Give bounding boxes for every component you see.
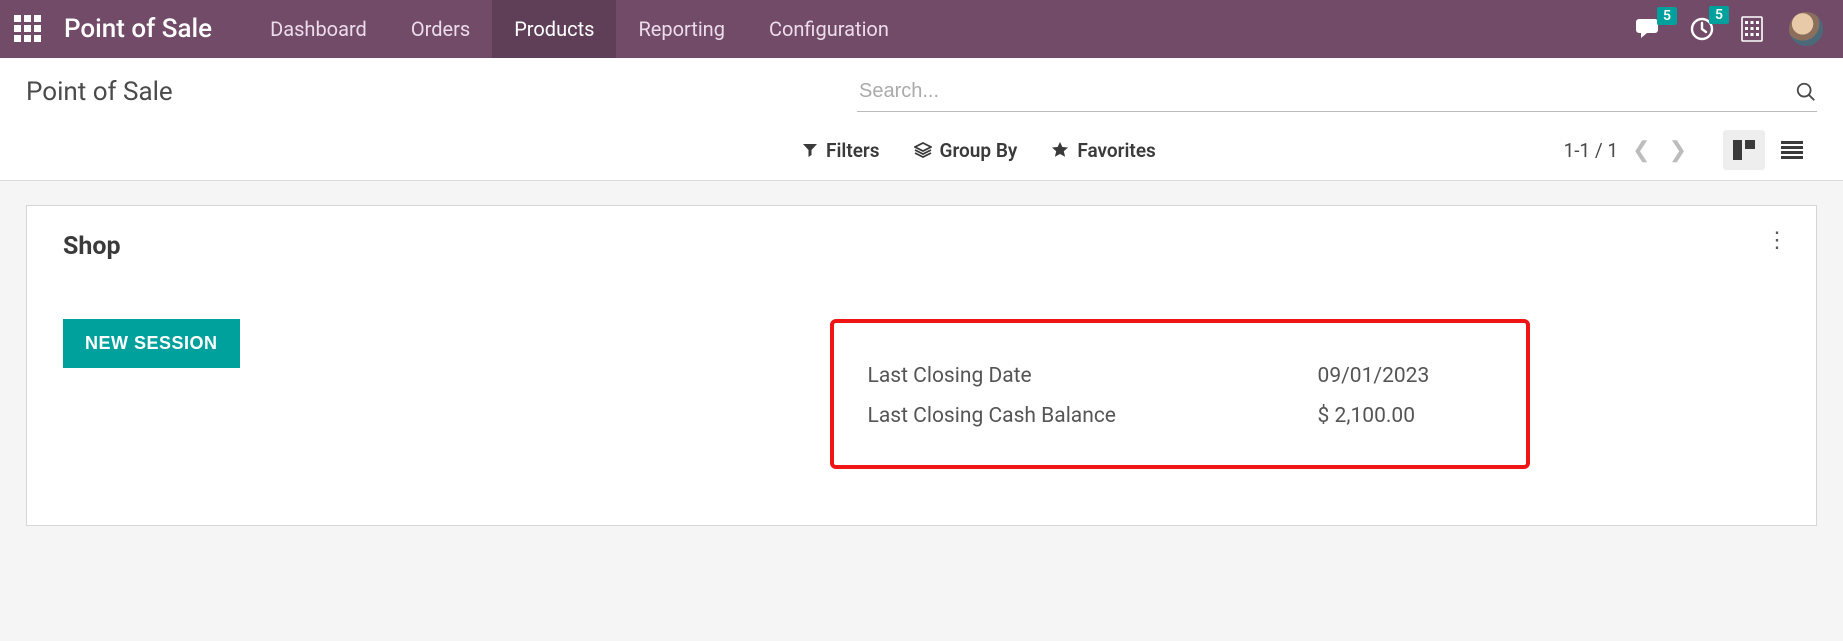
control-panel: Point of Sale Filters Group By Favorites <box>0 58 1843 181</box>
pos-kanban-card: ⋮ Shop NEW SESSION Last Closing Date 09/… <box>26 205 1817 526</box>
user-avatar[interactable] <box>1789 12 1823 46</box>
pager-prev[interactable]: ❮ <box>1628 138 1654 163</box>
search-icon[interactable] <box>1795 81 1817 103</box>
pager: 1-1 / 1 ❮ ❯ <box>1564 138 1691 163</box>
last-closing-date-value: 09/01/2023 <box>1318 357 1430 397</box>
kanban-view-button[interactable] <box>1723 130 1765 170</box>
closing-stats-highlight: Last Closing Date 09/01/2023 Last Closin… <box>830 319 1530 469</box>
messaging-icon[interactable]: 5 <box>1635 17 1663 41</box>
messaging-badge: 5 <box>1657 7 1677 25</box>
nav-configuration[interactable]: Configuration <box>747 0 911 58</box>
last-closing-balance-value: $ 2,100.00 <box>1318 397 1416 437</box>
content-area: ⋮ Shop NEW SESSION Last Closing Date 09/… <box>0 181 1843 550</box>
card-menu-button[interactable]: ⋮ <box>1766 228 1788 253</box>
nav-products[interactable]: Products <box>492 0 616 58</box>
last-closing-balance-row: Last Closing Cash Balance $ 2,100.00 <box>868 397 1498 437</box>
nav-reporting[interactable]: Reporting <box>616 0 747 58</box>
activities-badge: 5 <box>1709 6 1729 24</box>
list-view-button[interactable] <box>1771 130 1813 170</box>
favorites-button[interactable]: Favorites <box>1051 139 1155 162</box>
apps-launcher-icon[interactable] <box>14 15 42 43</box>
pager-value[interactable]: 1-1 / 1 <box>1564 139 1619 162</box>
filters-label: Filters <box>826 139 880 162</box>
top-navbar: Point of Sale Dashboard Orders Products … <box>0 0 1843 58</box>
funnel-icon <box>802 142 818 158</box>
view-switcher <box>1723 130 1813 170</box>
last-closing-date-label: Last Closing Date <box>868 357 1318 397</box>
nav-orders[interactable]: Orders <box>389 0 492 58</box>
search-options: Filters Group By Favorites <box>802 139 1156 162</box>
filters-button[interactable]: Filters <box>802 139 880 162</box>
nav-dashboard[interactable]: Dashboard <box>248 0 389 58</box>
grid-icon[interactable] <box>1741 16 1763 42</box>
breadcrumb: Point of Sale <box>26 77 173 107</box>
systray: 5 5 <box>1635 12 1829 46</box>
search-input[interactable] <box>857 76 1795 107</box>
card-title: Shop <box>63 232 1780 261</box>
pager-next[interactable]: ❯ <box>1665 138 1691 163</box>
search-box <box>857 72 1817 112</box>
kanban-icon <box>1733 140 1755 160</box>
layers-icon <box>914 142 932 158</box>
activities-icon[interactable]: 5 <box>1689 16 1715 42</box>
favorites-label: Favorites <box>1077 139 1155 162</box>
star-icon <box>1051 141 1069 159</box>
new-session-button[interactable]: NEW SESSION <box>63 319 240 368</box>
groupby-label: Group By <box>940 139 1018 162</box>
last-closing-balance-label: Last Closing Cash Balance <box>868 397 1318 437</box>
app-brand: Point of Sale <box>64 14 212 44</box>
groupby-button[interactable]: Group By <box>914 139 1018 162</box>
last-closing-date-row: Last Closing Date 09/01/2023 <box>868 357 1498 397</box>
main-menu: Dashboard Orders Products Reporting Conf… <box>248 0 911 58</box>
list-icon <box>1781 141 1803 159</box>
